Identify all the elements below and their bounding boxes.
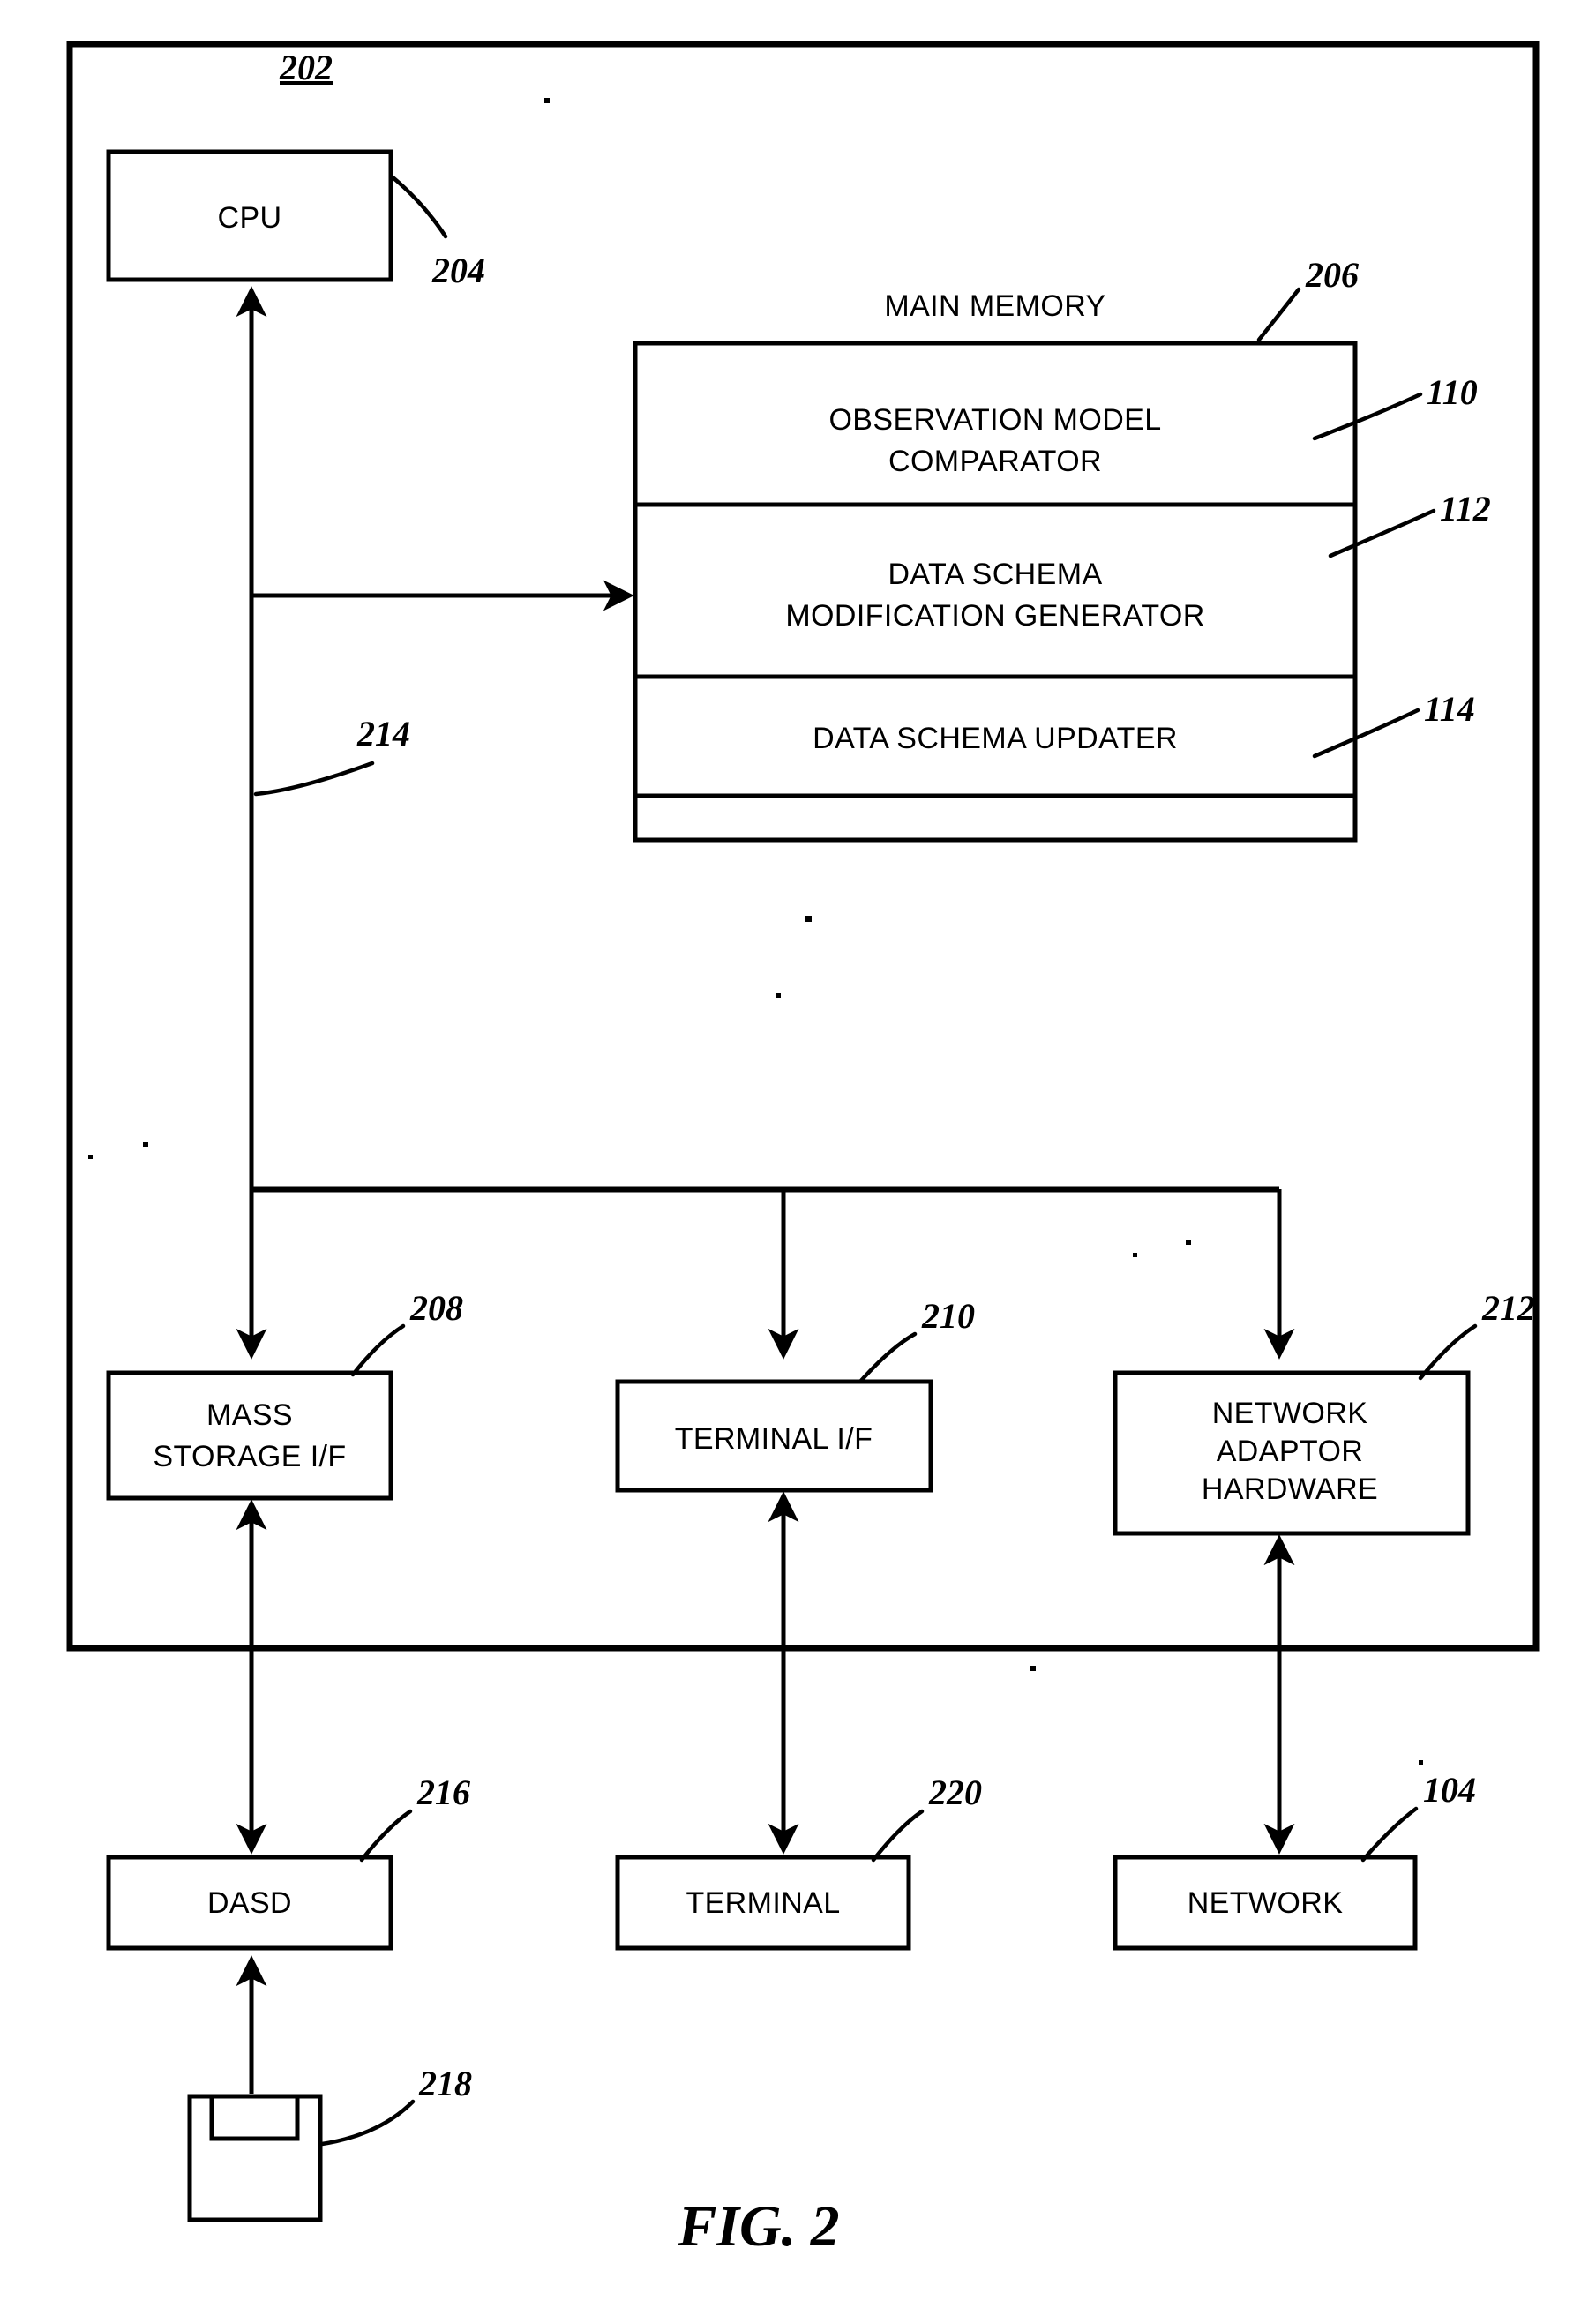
network-adaptor-label-line1: NETWORK — [1212, 1397, 1368, 1430]
scan-speck — [544, 98, 550, 103]
scan-speck — [1133, 1253, 1137, 1257]
ref-210: 210 — [921, 1296, 975, 1336]
leader-212 — [1418, 1323, 1478, 1381]
leader-218 — [319, 2099, 416, 2147]
observation-model-comparator-label-line2: COMPARATOR — [888, 445, 1102, 478]
observation-model-comparator-label-line1: OBSERVATION MODEL — [828, 403, 1161, 437]
figure-canvas: 202 CPU 204 MAIN MEMORY 206 OBSERVATION … — [66, 41, 1540, 2259]
ref-206: 206 — [1305, 255, 1359, 295]
terminal-label: TERMINAL — [686, 1886, 840, 1920]
scan-speck — [1030, 1666, 1036, 1671]
main-memory-title: MAIN MEMORY — [884, 289, 1105, 323]
mass-storage-if-label-line2: STORAGE I/F — [153, 1440, 346, 1473]
ref-114: 114 — [1424, 689, 1475, 729]
scan-speck — [1419, 1760, 1423, 1765]
scan-speck — [143, 1142, 148, 1147]
leader-104 — [1360, 1806, 1419, 1863]
ref-212: 212 — [1481, 1288, 1535, 1328]
ref-208: 208 — [409, 1288, 463, 1328]
ref-112: 112 — [1440, 489, 1491, 528]
scan-speck — [776, 993, 781, 998]
leader-210 — [858, 1331, 918, 1384]
leader-220 — [871, 1809, 925, 1863]
ref-216: 216 — [416, 1773, 470, 1812]
ref-110: 110 — [1427, 372, 1478, 412]
ref-204: 204 — [431, 251, 485, 290]
mass-storage-if-box — [106, 1370, 393, 1501]
data-schema-modification-generator-label-line2: MODIFICATION GENERATOR — [785, 599, 1204, 633]
ref-218: 218 — [418, 2064, 472, 2103]
mass-storage-if-label-line1: MASS — [206, 1398, 293, 1432]
leader-204 — [389, 174, 448, 239]
data-schema-modification-generator-label-line1: DATA SCHEMA — [888, 558, 1102, 591]
network-adaptor-label-line3: HARDWARE — [1202, 1473, 1378, 1506]
ref-104: 104 — [1423, 1770, 1476, 1810]
network-label: NETWORK — [1188, 1886, 1344, 1920]
removable-media-shutter-icon — [209, 2094, 300, 2141]
leader-214 — [253, 761, 375, 797]
scan-speck — [805, 916, 812, 922]
leader-216 — [359, 1809, 413, 1863]
data-schema-updater-label: DATA SCHEMA UPDATER — [813, 722, 1178, 755]
dasd-label: DASD — [207, 1886, 292, 1920]
ref-202: 202 — [279, 48, 333, 87]
cpu-label: CPU — [218, 201, 282, 235]
network-adaptor-label-line2: ADAPTOR — [1217, 1435, 1364, 1468]
leader-206 — [1256, 287, 1301, 342]
leader-208 — [350, 1323, 406, 1377]
scan-speck — [88, 1155, 93, 1159]
figure-caption: FIG. 2 — [677, 2194, 839, 2259]
ref-220: 220 — [928, 1773, 982, 1812]
terminal-if-label: TERMINAL I/F — [675, 1422, 873, 1456]
ref-214: 214 — [356, 714, 410, 753]
scan-speck — [1186, 1240, 1191, 1245]
figure-page: 202 CPU 204 MAIN MEMORY 206 OBSERVATION … — [0, 0, 1596, 2316]
